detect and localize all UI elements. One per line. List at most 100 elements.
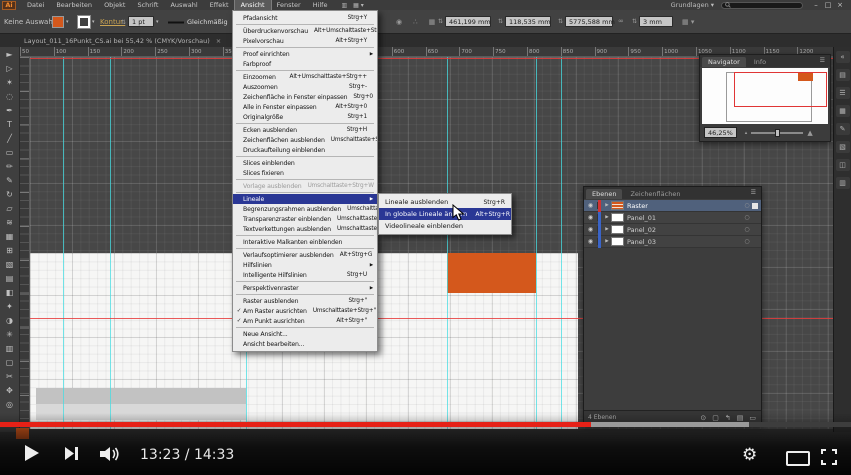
mesh-tool[interactable]: ▤ xyxy=(0,271,20,285)
x-stepper-icon[interactable]: ⇅ xyxy=(438,18,443,25)
artboard-tool[interactable]: ▢ xyxy=(0,355,20,369)
close-tab-icon[interactable]: × xyxy=(216,37,221,45)
Panel_01[interactable]: ◉ ▶ Panel_01 ○ xyxy=(584,211,761,224)
fill-dropdown-icon[interactable]: ▾ xyxy=(66,19,69,25)
view-menu-item[interactable]: Interaktive Malkanten einblenden xyxy=(233,237,377,247)
symbols-panel-icon[interactable]: ▦ xyxy=(835,105,850,117)
view-menu-item[interactable] xyxy=(236,248,374,249)
scale-tool[interactable]: ▱ xyxy=(0,201,20,215)
link-dimensions-icon[interactable]: ∞ xyxy=(618,17,624,25)
view-menu-item[interactable]: Hilfslinien ▶ xyxy=(233,260,377,270)
stroke-stepper-icon[interactable]: ⇅ xyxy=(121,19,126,26)
paintbrush-tool[interactable]: ✏ xyxy=(0,159,20,173)
view-menu-item[interactable]: Ecken ausblenden Strg+H xyxy=(233,125,377,135)
pencil-tool[interactable]: ✎ xyxy=(0,173,20,187)
x-position-field[interactable]: 461,199 mm xyxy=(445,16,492,27)
view-menu-item[interactable]: Slices fixieren xyxy=(233,168,377,178)
Panel_02[interactable]: ◉ ▶ Panel_02 ○ xyxy=(584,223,761,236)
target-icon[interactable]: ○ xyxy=(742,214,752,221)
view-menu-item[interactable]: ✓ Am Punkt ausrichten Alt+Strg+" xyxy=(233,316,377,326)
view-menu-item[interactable] xyxy=(236,156,374,157)
navigator-zoom-field[interactable]: 46,25% xyxy=(704,127,737,138)
orange-rectangle-object[interactable] xyxy=(447,253,536,293)
panel-tab[interactable]: Info xyxy=(748,57,772,67)
view-menu-item[interactable] xyxy=(236,192,374,193)
symbol-sprayer-tool[interactable]: ✳ xyxy=(0,327,20,341)
gradient-tool[interactable]: ◧ xyxy=(0,285,20,299)
collapse-dock-icon[interactable]: « xyxy=(835,51,850,63)
window-control-button[interactable]: □ xyxy=(822,1,834,9)
view-menu-item[interactable] xyxy=(236,294,374,295)
view-menu-item[interactable]: Zeichenflächen ausblenden Umschalttaste+… xyxy=(233,135,377,145)
transform-panel-icon[interactable]: ▦ ▾ xyxy=(682,18,694,26)
eye-icon[interactable]: ◉ xyxy=(584,214,598,221)
view-menu-item[interactable] xyxy=(236,24,374,25)
height-stepper-icon[interactable]: ⇅ xyxy=(632,18,637,25)
panel-tab[interactable]: Ebenen xyxy=(586,189,623,199)
graphic-styles-panel-icon[interactable]: ▧ xyxy=(835,141,850,153)
view-menu-item[interactable]: Neue Ansicht... xyxy=(233,329,377,339)
magic-wand-tool[interactable]: ✶ xyxy=(0,75,20,89)
width-field[interactable]: 5775,588 mm xyxy=(565,16,615,27)
zoom-tool[interactable]: ◎ xyxy=(0,397,20,411)
lasso-tool[interactable]: ◌ xyxy=(0,89,20,103)
view-menu-item[interactable]: Intelligente Hilfslinien Strg+U xyxy=(233,270,377,280)
expand-icon[interactable]: ▶ xyxy=(603,239,611,244)
screen-mode-icon[interactable]: ▦ ▾ xyxy=(353,2,364,9)
pen-tool[interactable]: ✒ xyxy=(0,103,20,117)
target-icon[interactable]: ○ xyxy=(742,202,752,209)
shape-builder-tool[interactable]: ⊞ xyxy=(0,243,20,257)
view-menu-item[interactable]: Überdruckenvorschau Alt+Umschalttaste+St… xyxy=(233,26,377,36)
menubar-item[interactable]: Fenster xyxy=(271,0,307,10)
view-menu-item[interactable]: Textverkettungen ausblenden Umschalttast… xyxy=(233,224,377,234)
panel-tab[interactable]: Zeichenflächen xyxy=(624,189,686,199)
view-menu-item[interactable]: Verlaufsoptimierer ausblenden Alt+Strg+G xyxy=(233,250,377,260)
align-icon[interactable]: ∴ xyxy=(413,18,417,26)
selection-tool[interactable]: ► xyxy=(0,47,20,61)
view-menu-item[interactable] xyxy=(236,235,374,236)
view-menu-item[interactable]: ✓ Am Raster ausrichten Umschalttaste+Str… xyxy=(233,306,377,316)
panel-menu-icon[interactable]: ☰ xyxy=(751,189,759,196)
y-stepper-icon[interactable]: ⇅ xyxy=(498,18,503,25)
graph-tool[interactable]: ▥ xyxy=(0,341,20,355)
line-tool[interactable]: ╱ xyxy=(0,131,20,145)
eye-icon[interactable]: ◉ xyxy=(584,238,598,245)
direct-selection-tool[interactable]: ▷ xyxy=(0,61,20,75)
style-icon[interactable]: ◉ xyxy=(396,18,402,26)
expand-icon[interactable]: ▶ xyxy=(603,203,611,208)
eyedropper-tool[interactable]: ✦ xyxy=(0,299,20,313)
free-transform-tool[interactable]: ▦ xyxy=(0,229,20,243)
view-menu-item[interactable]: Ansicht bearbeiten... xyxy=(233,339,377,349)
reference-point-icon[interactable]: ▦ xyxy=(429,18,436,26)
stroke-width-dropdown-icon[interactable]: ▾ xyxy=(156,19,159,25)
slice-tool[interactable]: ✂ xyxy=(0,369,20,383)
navigator-view-rectangle[interactable] xyxy=(734,72,827,107)
submenu-item[interactable]: In globale Lineale ändern Alt+Strg+R xyxy=(379,208,511,220)
stroke-width-field[interactable]: 1 pt xyxy=(128,16,154,27)
stroke-style-dropdown[interactable]: Gleichmäßig xyxy=(168,18,228,26)
view-menu-item[interactable]: Originalgröße Strg+1 xyxy=(233,112,377,122)
view-menu-item[interactable]: Pixelvorschau Alt+Strg+Y xyxy=(233,36,377,46)
view-menu-item[interactable]: Einzoomen Alt+Umschalttaste+Strg++ xyxy=(233,72,377,82)
menubar-item[interactable]: Datei xyxy=(21,0,50,10)
view-menu-item[interactable]: Zeichenfläche in Fenster einpassen Strg+… xyxy=(233,92,377,102)
next-button[interactable] xyxy=(64,446,80,465)
theater-mode-button[interactable] xyxy=(786,451,810,466)
view-menu-item[interactable] xyxy=(236,327,374,328)
fill-color-swatch[interactable] xyxy=(52,16,64,28)
view-menu-item[interactable]: Alle in Fenster einpassen Alt+Strg+0 xyxy=(233,102,377,112)
stroke-dropdown-icon[interactable]: ▾ xyxy=(92,19,95,25)
expand-icon[interactable]: ▶ xyxy=(603,215,611,220)
panel-tab[interactable]: Navigator xyxy=(702,57,746,67)
view-menu-item[interactable]: Proof einrichten ▶ xyxy=(233,49,377,59)
expand-icon[interactable]: ▶ xyxy=(603,227,611,232)
width-tool[interactable]: ≋ xyxy=(0,215,20,229)
navigator-preview[interactable] xyxy=(702,68,828,124)
zoom-out-icon[interactable]: ▴ xyxy=(745,130,748,136)
view-menu-item[interactable]: Druckaufteilung einblenden xyxy=(233,145,377,155)
eye-icon[interactable]: ◉ xyxy=(584,226,598,233)
submenu-item[interactable]: Lineale ausblenden Strg+R xyxy=(379,196,511,208)
rectangle-tool[interactable]: ▭ xyxy=(0,145,20,159)
view-menu-item[interactable] xyxy=(236,281,374,282)
blend-tool[interactable]: ◑ xyxy=(0,313,20,327)
